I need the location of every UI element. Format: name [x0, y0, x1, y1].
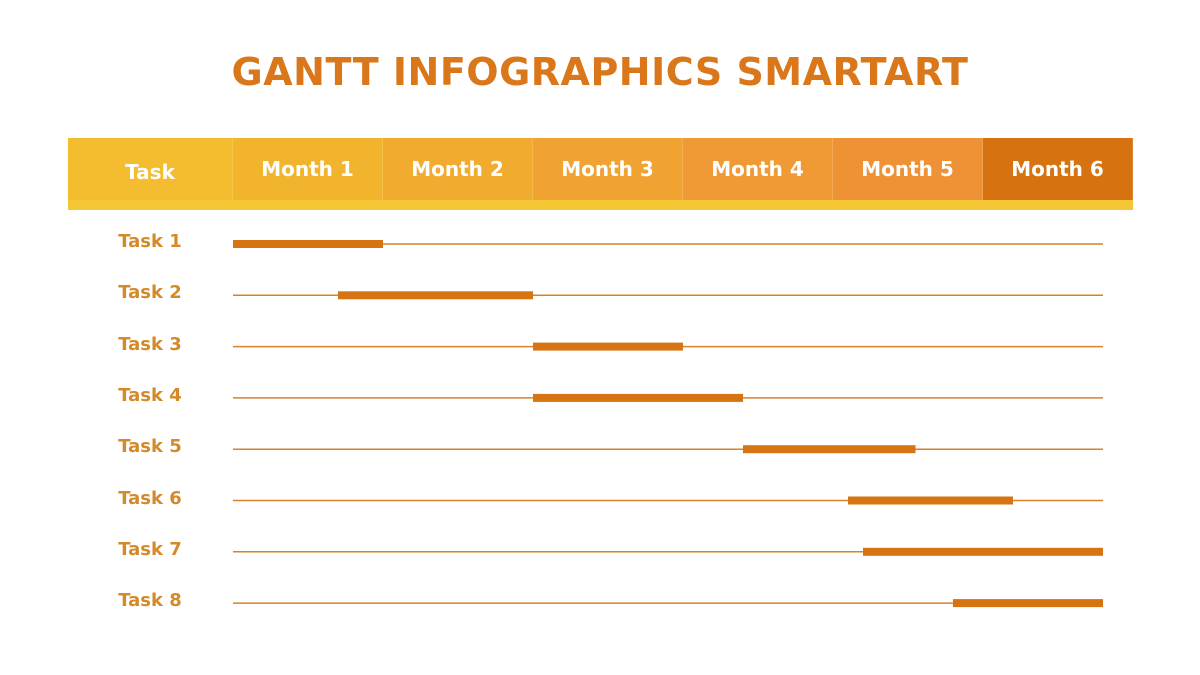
task-bar: [953, 599, 1103, 608]
task-bar: [533, 342, 683, 351]
task-bar: [233, 240, 383, 248]
task-bar: [848, 496, 1013, 505]
gantt-chart: [233, 240, 1103, 608]
task-bar: [533, 393, 743, 402]
task-bar: [863, 547, 1103, 556]
task-bar: [338, 291, 533, 300]
task-bar: [743, 445, 916, 454]
